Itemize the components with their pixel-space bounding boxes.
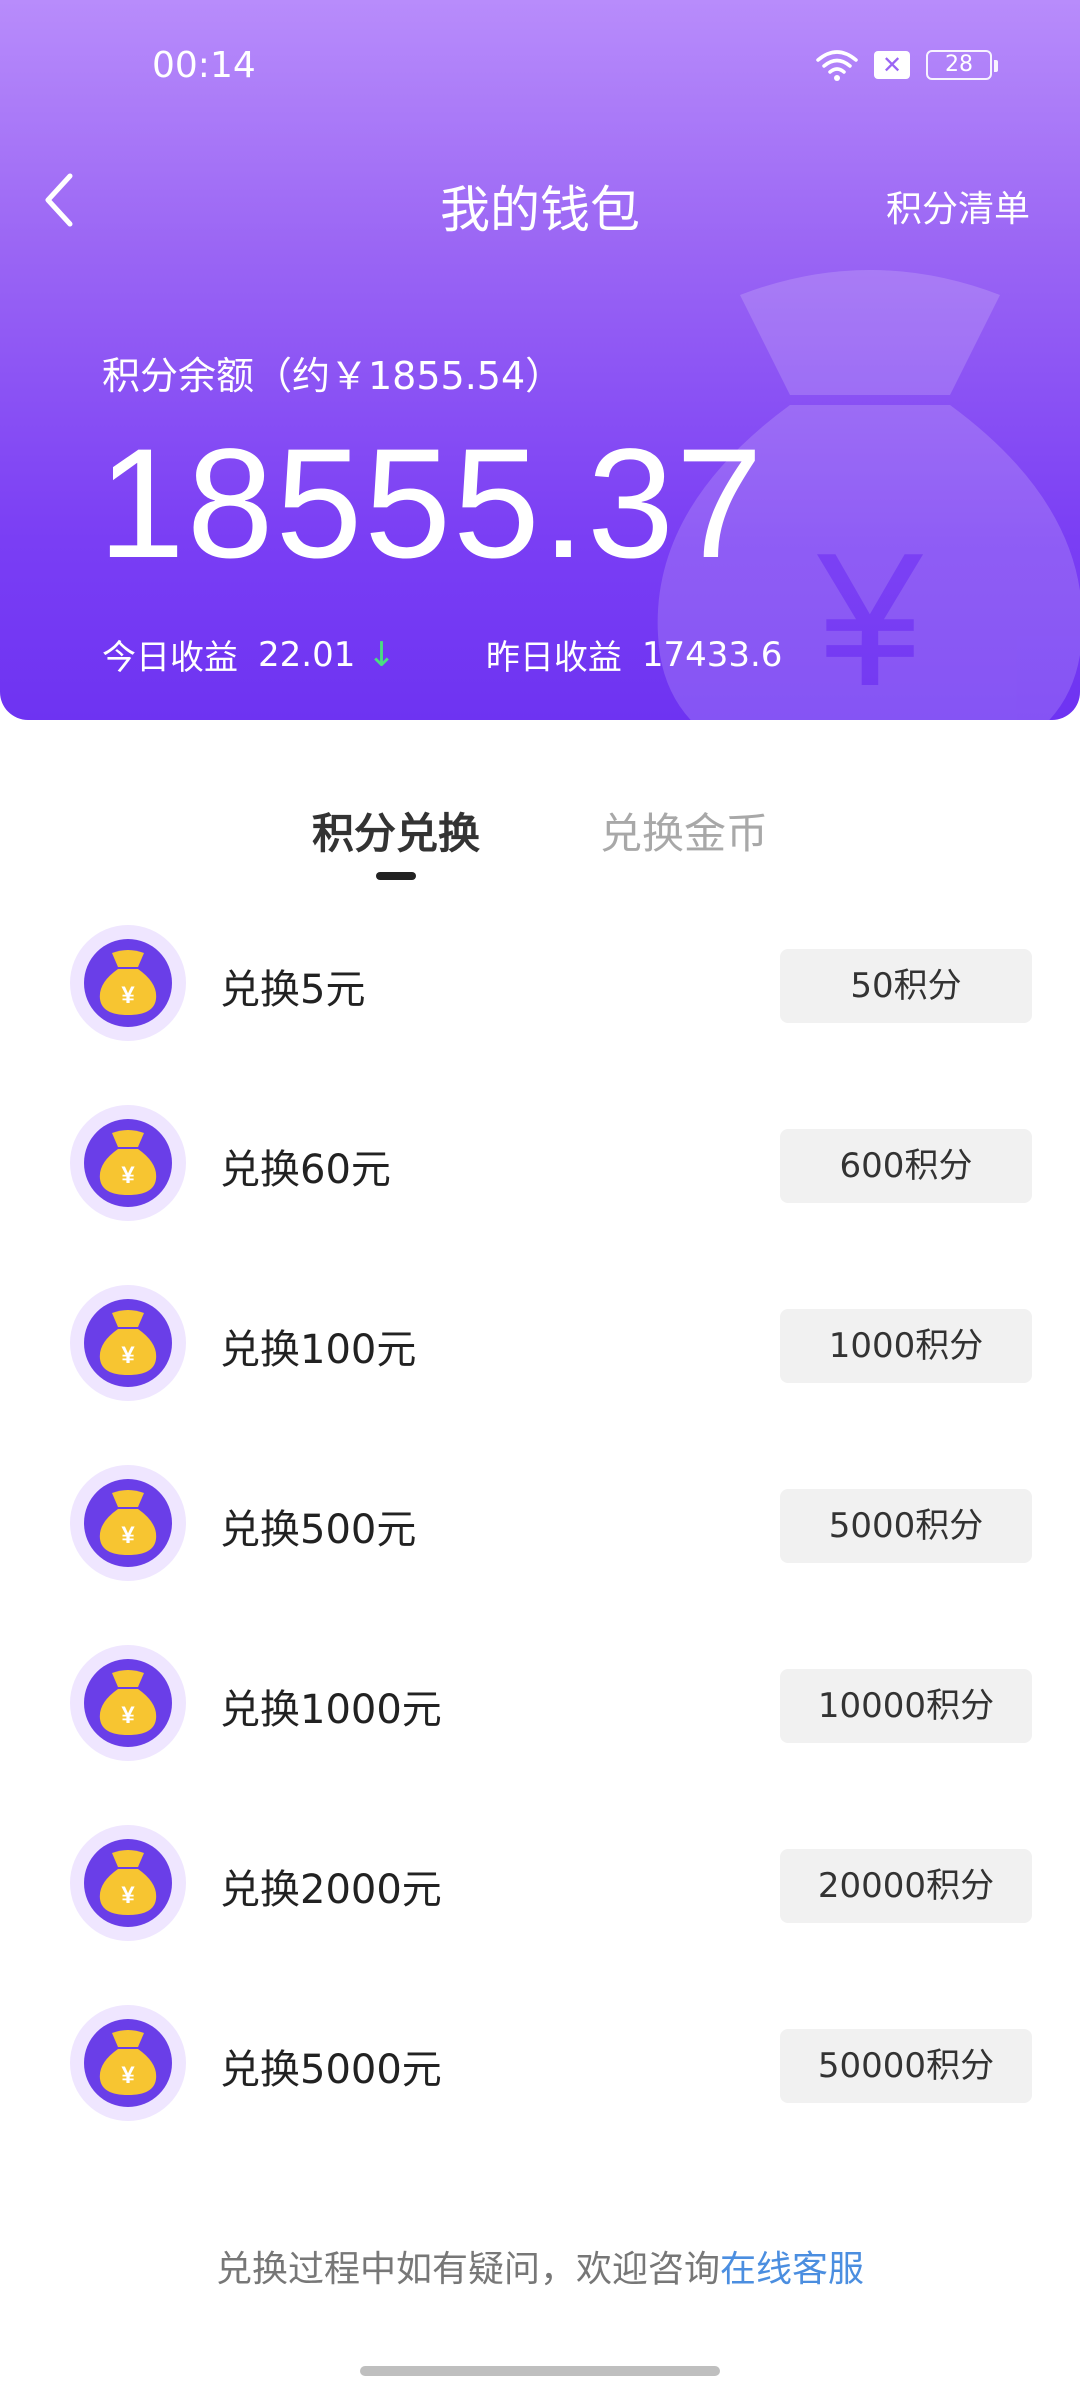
svg-text:¥: ¥ xyxy=(121,2062,135,2089)
close-box-icon: ✕ xyxy=(874,51,910,79)
money-bag-icon: ¥ xyxy=(70,1285,186,1401)
money-bag-icon: ¥ xyxy=(70,1645,186,1761)
svg-text:¥: ¥ xyxy=(816,514,923,720)
arrow-down-icon: ↓ xyxy=(367,634,396,675)
exchange-button[interactable]: 50积分 xyxy=(780,949,1032,1023)
svg-text:¥: ¥ xyxy=(121,1882,135,1909)
points-list-link[interactable]: 积分清单 xyxy=(886,180,1030,232)
list-item: ¥ 兑换100元 1000积分 xyxy=(0,1285,1080,1465)
exchange-button[interactable]: 50000积分 xyxy=(780,2029,1032,2103)
exchange-list: ¥ 兑换5元 50积分 ¥ 兑换60元 600积分 ¥ 兑换100元 1000积… xyxy=(0,925,1080,2185)
item-label: 兑换2000元 xyxy=(220,1867,442,1913)
list-item: ¥ 兑换5000元 50000积分 xyxy=(0,2005,1080,2185)
item-label: 兑换5元 xyxy=(220,967,366,1013)
today-earnings-label: 今日收益 xyxy=(102,638,238,678)
svg-text:¥: ¥ xyxy=(121,982,135,1009)
item-label: 兑换60元 xyxy=(220,1147,391,1193)
item-label: 兑换5000元 xyxy=(220,2047,442,2093)
wifi-icon xyxy=(816,50,858,81)
footer-help-text: 兑换过程中如有疑问，欢迎咨询在线客服 xyxy=(0,2240,1080,2292)
balance-value: 18555.37 xyxy=(98,417,765,591)
svg-text:¥: ¥ xyxy=(121,1522,135,1549)
yesterday-earnings-value: 17433.6 xyxy=(641,634,783,675)
money-bag-icon: ¥ xyxy=(70,925,186,1041)
earnings-row: 今日收益 22.01 ↓ 昨日收益 17433.6 xyxy=(102,630,782,679)
status-bar: 00:14 ✕ 28 xyxy=(0,0,1080,130)
list-item: ¥ 兑换60元 600积分 xyxy=(0,1105,1080,1285)
list-item: ¥ 兑换1000元 10000积分 xyxy=(0,1645,1080,1825)
tab-points-exchange[interactable]: 积分兑换 xyxy=(312,800,480,861)
tab-bar: 积分兑换 兑换金币 xyxy=(0,800,1080,900)
footer-text: 兑换过程中如有疑问，欢迎咨询 xyxy=(215,2249,720,2290)
tab-exchange-coins[interactable]: 兑换金币 xyxy=(600,800,768,861)
wallet-header: 00:14 ✕ 28 我的钱包 积分清单 ¥ 积分余额（约￥1855.54） 1… xyxy=(0,0,1080,720)
money-bag-icon: ¥ xyxy=(70,2005,186,2121)
exchange-button[interactable]: 10000积分 xyxy=(780,1669,1032,1743)
svg-text:¥: ¥ xyxy=(121,1162,135,1189)
active-tab-indicator xyxy=(376,872,416,880)
battery-icon: 28 xyxy=(926,50,998,80)
yesterday-earnings-label: 昨日收益 xyxy=(485,638,622,678)
nav-bar: 我的钱包 积分清单 xyxy=(0,150,1080,250)
list-item: ¥ 兑换2000元 20000积分 xyxy=(0,1825,1080,2005)
status-time: 00:14 xyxy=(152,45,256,86)
exchange-button[interactable]: 20000积分 xyxy=(780,1849,1032,1923)
balance-label: 积分余额（约￥1855.54） xyxy=(102,354,564,398)
money-bag-icon: ¥ xyxy=(70,1465,186,1581)
item-label: 兑换500元 xyxy=(220,1507,417,1553)
item-label: 兑换1000元 xyxy=(220,1687,442,1733)
svg-text:¥: ¥ xyxy=(121,1342,135,1369)
exchange-button[interactable]: 600积分 xyxy=(780,1129,1032,1203)
online-support-link[interactable]: 在线客服 xyxy=(720,2249,864,2290)
list-item: ¥ 兑换500元 5000积分 xyxy=(0,1465,1080,1645)
svg-text:¥: ¥ xyxy=(121,1702,135,1729)
money-bag-icon: ¥ xyxy=(70,1825,186,1941)
today-earnings-value: 22.01 xyxy=(258,634,356,675)
home-indicator[interactable] xyxy=(360,2366,720,2376)
item-label: 兑换100元 xyxy=(220,1327,417,1373)
exchange-button[interactable]: 1000积分 xyxy=(780,1309,1032,1383)
status-icons: ✕ 28 xyxy=(816,48,998,82)
list-item: ¥ 兑换5元 50积分 xyxy=(0,925,1080,1105)
exchange-button[interactable]: 5000积分 xyxy=(780,1489,1032,1563)
money-bag-icon: ¥ xyxy=(70,1105,186,1221)
